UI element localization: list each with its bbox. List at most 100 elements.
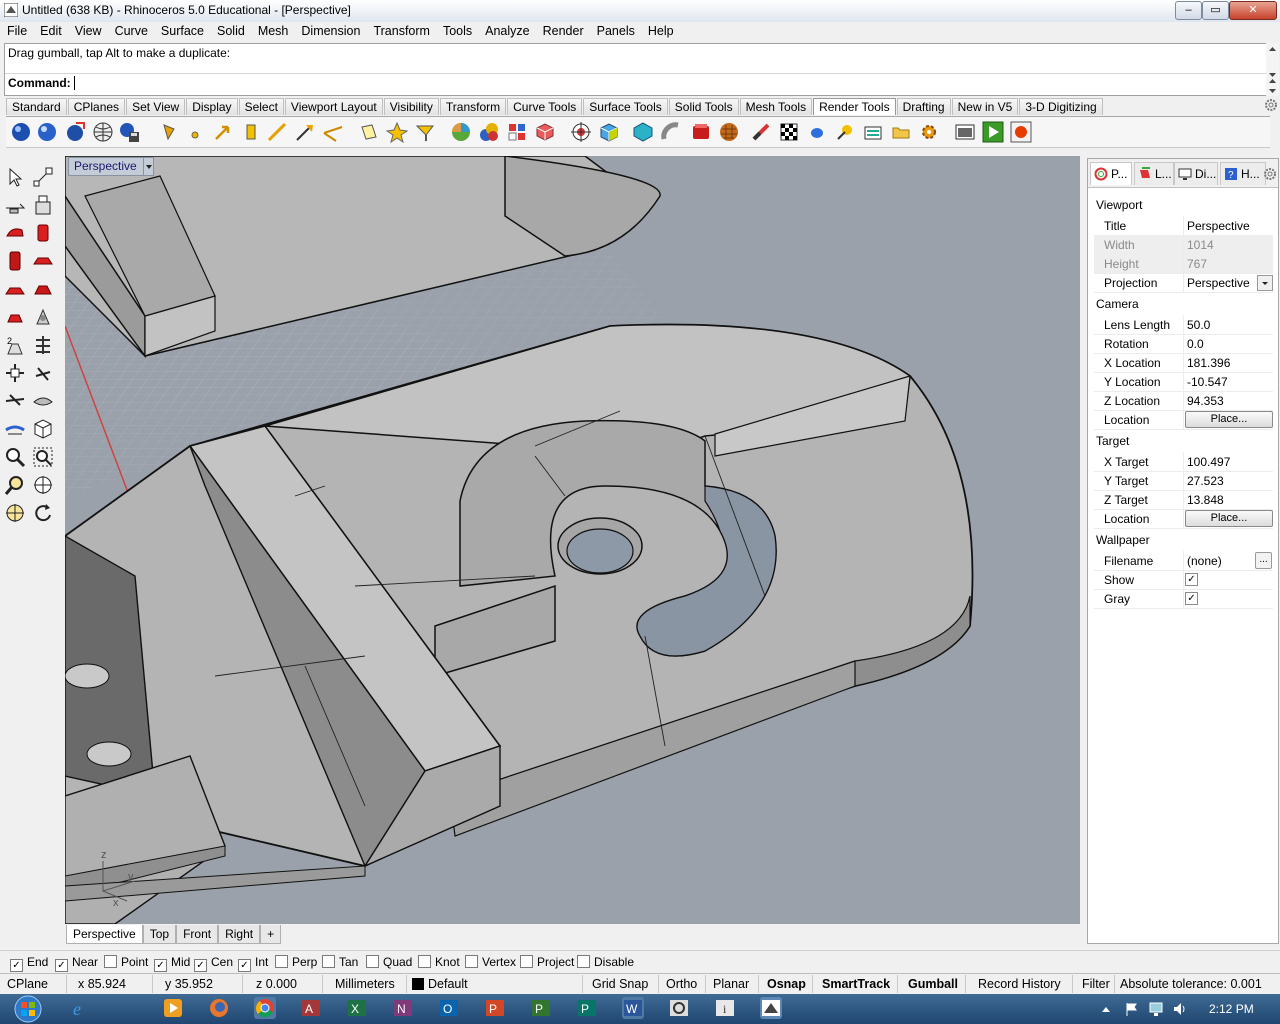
maximize-button[interactable]: ▭ xyxy=(1202,1,1229,20)
x-location-field[interactable]: 181.396 xyxy=(1187,356,1230,370)
select-arrow-icon[interactable] xyxy=(4,166,26,188)
turntable-icon[interactable] xyxy=(750,121,772,143)
panel-tab-display[interactable]: Di... xyxy=(1174,162,1218,185)
viewport-tab-front[interactable]: Front xyxy=(176,925,219,944)
point-icon[interactable] xyxy=(32,166,54,188)
network-icon[interactable] xyxy=(1148,1001,1164,1017)
zoom-window-icon[interactable] xyxy=(4,446,26,468)
firefox-icon[interactable] xyxy=(208,997,230,1019)
environment-icon[interactable] xyxy=(632,121,654,143)
projection-dropdown-icon[interactable] xyxy=(1257,275,1273,291)
menu-render[interactable]: Render xyxy=(536,22,590,38)
material-editor-icon[interactable] xyxy=(450,121,472,143)
y-location-field[interactable]: -10.547 xyxy=(1187,375,1228,389)
texture-mapping-icon[interactable] xyxy=(534,121,556,143)
sun-icon[interactable] xyxy=(358,121,380,143)
ground-plane-icon[interactable] xyxy=(660,121,682,143)
viewport-menu-arrow-icon[interactable] xyxy=(143,158,154,175)
texture-icon[interactable] xyxy=(718,121,740,143)
osnap-quad[interactable]: Quad xyxy=(366,955,412,969)
status-gumball[interactable]: Gumball xyxy=(908,977,958,991)
move-icon[interactable] xyxy=(4,362,26,384)
osnap-perp[interactable]: Perp xyxy=(275,955,317,969)
perspective-viewport[interactable]: z y x xyxy=(65,156,1080,924)
osnap-mid[interactable]: ✓ Mid xyxy=(154,955,190,972)
tab-standard[interactable]: Standard xyxy=(6,98,67,115)
sun-angle-icon[interactable] xyxy=(834,121,856,143)
taskbar-clock[interactable]: 2:12 PM xyxy=(1209,1002,1254,1016)
command-input[interactable] xyxy=(74,76,75,90)
tab-curve-tools[interactable]: Curve Tools xyxy=(507,98,583,115)
viewport-tab-add-icon[interactable]: + xyxy=(260,925,282,944)
title-field[interactable]: Perspective xyxy=(1187,219,1250,233)
projection-select[interactable]: Perspective xyxy=(1187,276,1250,290)
internet-explorer-icon[interactable]: e xyxy=(70,997,92,1019)
z-target-field[interactable]: 13.848 xyxy=(1187,493,1224,507)
polygon-icon[interactable] xyxy=(4,278,26,300)
status-units[interactable]: Millimeters xyxy=(335,977,395,991)
render-preview-icon[interactable] xyxy=(36,121,58,143)
tab-cplanes[interactable]: CPlanes xyxy=(67,98,126,115)
menu-transform[interactable]: Transform xyxy=(366,22,436,38)
access-icon[interactable]: A xyxy=(300,997,322,1019)
viewport-tab-right[interactable]: Right xyxy=(218,925,261,944)
filename-field[interactable]: (none) xyxy=(1187,554,1222,568)
word-icon[interactable]: W xyxy=(622,997,644,1019)
osnap-vertex[interactable]: Vertex xyxy=(465,955,516,969)
tab-new-in-v5[interactable]: New in V5 xyxy=(951,98,1019,115)
publisher-icon[interactable]: P xyxy=(576,997,598,1019)
close-button[interactable]: ✕ xyxy=(1229,1,1277,20)
tab-viewport-layout[interactable]: Viewport Layout xyxy=(284,98,383,115)
tab-transform[interactable]: Transform xyxy=(439,98,507,115)
render-properties-icon[interactable] xyxy=(862,121,884,143)
viewport-tab-top[interactable]: Top xyxy=(142,925,177,944)
menu-help[interactable]: Help xyxy=(641,22,680,38)
project-icon[interactable]: P xyxy=(530,997,552,1019)
browse-wallpaper-button[interactable]: ... xyxy=(1255,552,1272,569)
windows-start-icon[interactable] xyxy=(8,995,48,1023)
play-animation-icon[interactable] xyxy=(982,121,1004,143)
media-player-icon[interactable] xyxy=(162,997,184,1019)
onenote-icon[interactable]: N xyxy=(392,997,414,1019)
x-target-field[interactable]: 100.497 xyxy=(1187,455,1230,469)
status-planar[interactable]: Planar xyxy=(713,977,749,991)
taskbar-app-icon[interactable] xyxy=(668,997,690,1019)
rectangle-icon[interactable] xyxy=(32,222,54,244)
osnap-knot[interactable]: Knot xyxy=(418,955,460,969)
point-light-icon[interactable] xyxy=(184,121,206,143)
box-icon[interactable]: 2 xyxy=(4,334,26,356)
osnap-end[interactable]: ✓ End xyxy=(10,955,48,972)
minimize-button[interactable]: – xyxy=(1175,1,1202,20)
status-osnap[interactable]: Osnap xyxy=(767,977,806,991)
record-animation-icon[interactable] xyxy=(1010,121,1032,143)
camera-place-button[interactable]: Place... xyxy=(1185,411,1273,428)
status-record-history[interactable]: Record History xyxy=(978,977,1061,991)
menu-mesh[interactable]: Mesh xyxy=(251,22,295,38)
assign-material-icon[interactable] xyxy=(506,121,528,143)
flag-icon[interactable] xyxy=(1124,1001,1140,1017)
mesh-tools-icon[interactable] xyxy=(32,334,54,356)
panel-tab-properties[interactable]: P... xyxy=(1090,162,1132,185)
tab-render-tools[interactable]: Render Tools xyxy=(813,98,896,115)
status-smarttrack[interactable]: SmartTrack xyxy=(822,977,890,991)
show-hidden-icons-icon[interactable] xyxy=(1100,1004,1112,1014)
light-direction-icon[interactable] xyxy=(294,121,316,143)
tab-set-view[interactable]: Set View xyxy=(126,98,186,115)
rhino-taskbar-icon[interactable] xyxy=(760,997,782,1019)
volume-icon[interactable] xyxy=(1172,1001,1188,1017)
show-wallpaper-checkbox[interactable]: ✓ xyxy=(1185,573,1198,586)
chrome-icon[interactable] xyxy=(254,997,276,1019)
pan-icon[interactable] xyxy=(32,474,54,496)
tab-visibility[interactable]: Visibility xyxy=(383,98,439,115)
rotate-view-icon[interactable] xyxy=(4,502,26,524)
render-settings-icon[interactable] xyxy=(918,121,940,143)
menu-tools[interactable]: Tools xyxy=(436,22,478,38)
viewport-canvas[interactable]: z y x xyxy=(65,156,1080,924)
render-icon[interactable] xyxy=(10,121,32,143)
info-app-icon[interactable]: i xyxy=(714,997,736,1019)
rectangular-light-icon[interactable] xyxy=(240,121,262,143)
tab-drafting[interactable]: Drafting xyxy=(896,98,951,115)
powerpoint-icon[interactable]: P xyxy=(484,997,506,1019)
ellipse-icon[interactable] xyxy=(32,250,54,272)
scale-icon[interactable] xyxy=(4,390,26,412)
